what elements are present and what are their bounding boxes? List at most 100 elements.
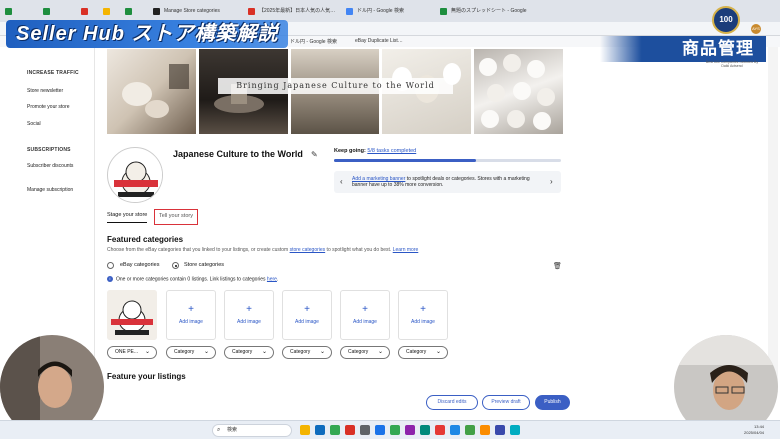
sidebar-item-subscriber-discounts[interactable]: Subscriber discounts bbox=[27, 163, 87, 169]
tab-label: Manage Store categories bbox=[164, 8, 220, 14]
sidebar-heading-traffic: INCREASE TRAFFIC bbox=[27, 70, 79, 76]
bookmark-google[interactable]: ドル円 - Google 検索 bbox=[290, 38, 337, 45]
info-text: One or more categories contain 0 listing… bbox=[116, 276, 267, 283]
tab-label: 【2025年最新】日本人気の人気… bbox=[259, 8, 336, 14]
category-select-4[interactable]: Category ⌄ bbox=[282, 346, 332, 359]
store-categories-link[interactable]: store categories bbox=[290, 247, 326, 253]
info-here-link[interactable]: here bbox=[267, 276, 277, 282]
browser-tab[interactable] bbox=[100, 3, 117, 20]
sheets-icon bbox=[440, 8, 447, 15]
discard-edits-button[interactable]: Discard edits bbox=[426, 395, 478, 410]
sidebar-heading-subscriptions: SUBSCRIPTIONS bbox=[27, 147, 71, 153]
google-icon bbox=[346, 8, 353, 15]
chevron-down-icon: ⌄ bbox=[144, 349, 150, 355]
category-image-1[interactable] bbox=[107, 290, 157, 340]
site-icon bbox=[248, 8, 255, 15]
add-image-tile-3[interactable]: + Add image bbox=[224, 290, 274, 340]
app-icon[interactable] bbox=[405, 425, 415, 435]
categories-info: i One or more categories contain 0 listin… bbox=[107, 276, 278, 282]
preview-draft-button[interactable]: Preview draft bbox=[482, 395, 530, 410]
add-image-tile-6[interactable]: + Add image bbox=[398, 290, 448, 340]
progress-lead: Keep going: bbox=[334, 148, 366, 154]
add-image-label: Add image bbox=[179, 319, 203, 325]
app-icon[interactable] bbox=[480, 425, 490, 435]
browser-tab-spreadsheet[interactable]: 無題のスプレッドシート - Google bbox=[437, 3, 527, 20]
app-icon[interactable] bbox=[465, 425, 475, 435]
add-image-tile-4[interactable]: + Add image bbox=[282, 290, 332, 340]
add-image-tile-5[interactable]: + Add image bbox=[340, 290, 390, 340]
chevron-down-icon: ⌄ bbox=[377, 349, 383, 355]
progress-bar bbox=[334, 159, 561, 162]
select-value: Category bbox=[290, 349, 311, 355]
sidebar-item-newsletter[interactable]: Store newsletter bbox=[27, 88, 87, 94]
browser-tab-bar: Manage Store categories 【2025年最新】日本人気の人気… bbox=[0, 0, 780, 22]
category-logo-thumb bbox=[107, 290, 157, 340]
browser-tab[interactable] bbox=[40, 3, 57, 20]
tab-tell-your-story[interactable]: Tell your story bbox=[154, 209, 198, 225]
chrome-icon[interactable] bbox=[330, 425, 340, 435]
learn-more-link[interactable]: Learn more bbox=[393, 247, 419, 253]
clock-date: 2025/04/04 bbox=[744, 430, 765, 435]
add-image-label: Add image bbox=[411, 319, 435, 325]
chevron-left-icon[interactable]: ‹ bbox=[340, 177, 343, 186]
taskbar-clock: 13:44 2025/04/04 bbox=[744, 424, 764, 436]
app-icon[interactable] bbox=[495, 425, 505, 435]
desc-pre: Choose from the eBay categories that you… bbox=[107, 247, 290, 253]
plus-icon: + bbox=[420, 304, 426, 315]
plus-icon: + bbox=[246, 304, 252, 315]
select-value: Category bbox=[406, 349, 427, 355]
browser-tab[interactable] bbox=[78, 3, 95, 20]
progress-status: Keep going: 5/8 tasks completed bbox=[334, 148, 416, 154]
browser-tab-manage-store[interactable]: Manage Store categories bbox=[150, 3, 242, 20]
category-select-3[interactable]: Category ⌄ bbox=[224, 346, 274, 359]
browser-tab-article[interactable]: 【2025年最新】日本人気の人気… bbox=[245, 3, 340, 20]
chevron-down-icon: ⌄ bbox=[435, 349, 441, 355]
sheets-icon bbox=[5, 8, 12, 15]
tasks-link[interactable]: 5/8 tasks completed bbox=[367, 148, 416, 154]
app-icon[interactable] bbox=[390, 425, 400, 435]
trash-icon[interactable]: 🗑 bbox=[553, 262, 562, 270]
app-icon[interactable] bbox=[345, 425, 355, 435]
add-image-tile-2[interactable]: + Add image bbox=[166, 290, 216, 340]
app-icon[interactable] bbox=[435, 425, 445, 435]
publish-button[interactable]: Publish bbox=[535, 395, 570, 410]
desc-post: to spotlight what you do best. bbox=[325, 247, 393, 253]
maneki-neko-logo bbox=[109, 149, 162, 202]
app-icon[interactable] bbox=[510, 425, 520, 435]
store-logo[interactable] bbox=[107, 147, 163, 203]
profile-avatar[interactable]: AYS bbox=[751, 24, 761, 34]
chevron-right-icon[interactable]: › bbox=[550, 177, 553, 186]
sidebar-item-social[interactable]: Social bbox=[27, 121, 87, 127]
windows-taskbar: ⌕ 検索 13:44 2025/04/04 bbox=[0, 420, 780, 439]
page-scrollbar[interactable] bbox=[768, 47, 778, 392]
explorer-icon[interactable] bbox=[300, 425, 310, 435]
browser-icon[interactable] bbox=[315, 425, 325, 435]
sidebar-item-manage-subscription[interactable]: Manage subscription bbox=[27, 187, 87, 193]
hero-caption: Bringing Japanese Culture to the World bbox=[218, 78, 453, 94]
app-icon[interactable] bbox=[450, 425, 460, 435]
category-select-6[interactable]: Category ⌄ bbox=[398, 346, 448, 359]
app-icon[interactable] bbox=[360, 425, 370, 435]
sidebar-item-promote[interactable]: Promote your store bbox=[27, 104, 87, 110]
medal-caption: Best 500 Companies Selected By Daiki Act… bbox=[705, 60, 759, 68]
browser-tab[interactable] bbox=[2, 3, 19, 20]
radio-store-categories[interactable] bbox=[172, 262, 179, 269]
bookmark-ebay-duplicate[interactable]: eBay Duplicate List… bbox=[355, 38, 403, 44]
radio-ebay-categories[interactable] bbox=[107, 262, 114, 269]
select-value: Category bbox=[232, 349, 253, 355]
edit-pencil-icon[interactable]: ✎ bbox=[311, 150, 318, 159]
add-image-label: Add image bbox=[237, 319, 261, 325]
browser-tab[interactable] bbox=[122, 3, 139, 20]
tab-stage-your-store[interactable]: Stage your store bbox=[107, 212, 148, 223]
app-icon[interactable] bbox=[420, 425, 430, 435]
category-select-2[interactable]: Category ⌄ bbox=[166, 346, 216, 359]
sheets-icon bbox=[43, 8, 50, 15]
browser-tab-google[interactable]: ドル円 - Google 検索 bbox=[343, 3, 433, 20]
app-icon[interactable] bbox=[375, 425, 385, 435]
select-value: ONE PE... bbox=[115, 349, 139, 355]
slides-icon bbox=[103, 8, 110, 15]
category-select-1[interactable]: ONE PE... ⌄ bbox=[107, 346, 157, 359]
category-select-5[interactable]: Category ⌄ bbox=[340, 346, 390, 359]
award-medal-icon: 100 bbox=[712, 6, 740, 34]
taskbar-search[interactable]: ⌕ 検索 bbox=[212, 424, 292, 437]
